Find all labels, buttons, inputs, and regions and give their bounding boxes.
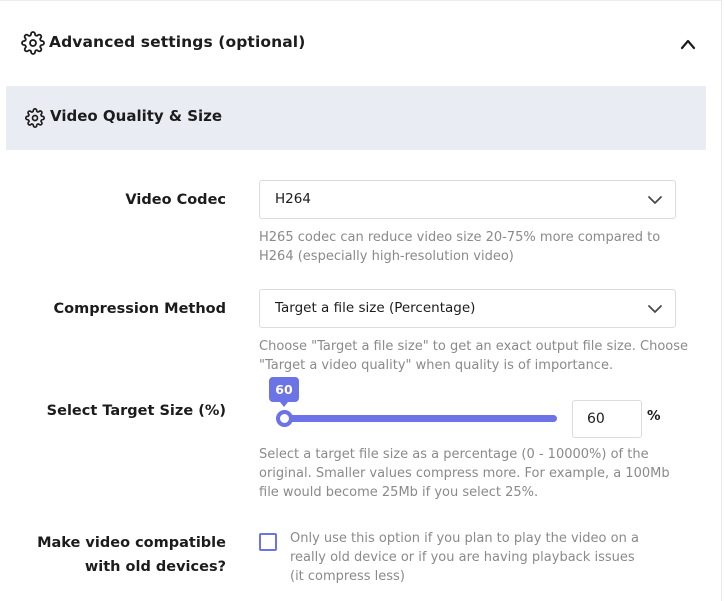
video-codec-value: H264 xyxy=(275,191,311,207)
video-codec-select[interactable]: H264 xyxy=(259,180,676,219)
chevron-down-icon xyxy=(648,305,662,313)
compat-label-line2: with old devices? xyxy=(84,559,226,575)
target-size-help: Select a target file size as a percentag… xyxy=(259,447,670,500)
percent-unit: % xyxy=(647,408,661,424)
gear-icon xyxy=(25,108,45,128)
chevron-down-icon xyxy=(648,196,662,204)
compression-method-value: Target a file size (Percentage) xyxy=(275,300,476,316)
advanced-settings-title: Advanced settings (optional) xyxy=(49,33,306,51)
gear-icon xyxy=(21,31,45,55)
target-size-slider-track[interactable] xyxy=(284,415,557,422)
compat-label-line1: Make video compatible xyxy=(37,535,226,551)
video-codec-help: H265 codec can reduce video size 20-75% … xyxy=(259,230,661,264)
compression-method-help: Choose "Target a file size" to get an ex… xyxy=(259,339,689,373)
target-size-label: Select Target Size (%) xyxy=(46,403,226,419)
compression-method-select[interactable]: Target a file size (Percentage) xyxy=(259,289,676,328)
target-size-slider-thumb[interactable] xyxy=(276,410,293,427)
video-quality-section-header: Video Quality & Size xyxy=(6,86,706,150)
video-codec-label: Video Codec xyxy=(125,192,226,208)
compat-help: Only use this option if you plan to play… xyxy=(290,531,639,584)
compression-method-label: Compression Method xyxy=(53,301,227,317)
target-size-input[interactable]: 60 xyxy=(572,400,642,438)
advanced-settings-panel: Advanced settings (optional) Video Quali… xyxy=(0,0,722,601)
section-title: Video Quality & Size xyxy=(50,107,223,125)
chevron-up-icon[interactable] xyxy=(678,37,698,51)
slider-value-bubble: 60 xyxy=(269,377,299,407)
advanced-settings-header[interactable]: Advanced settings (optional) xyxy=(0,1,722,85)
compat-checkbox[interactable] xyxy=(259,533,277,551)
